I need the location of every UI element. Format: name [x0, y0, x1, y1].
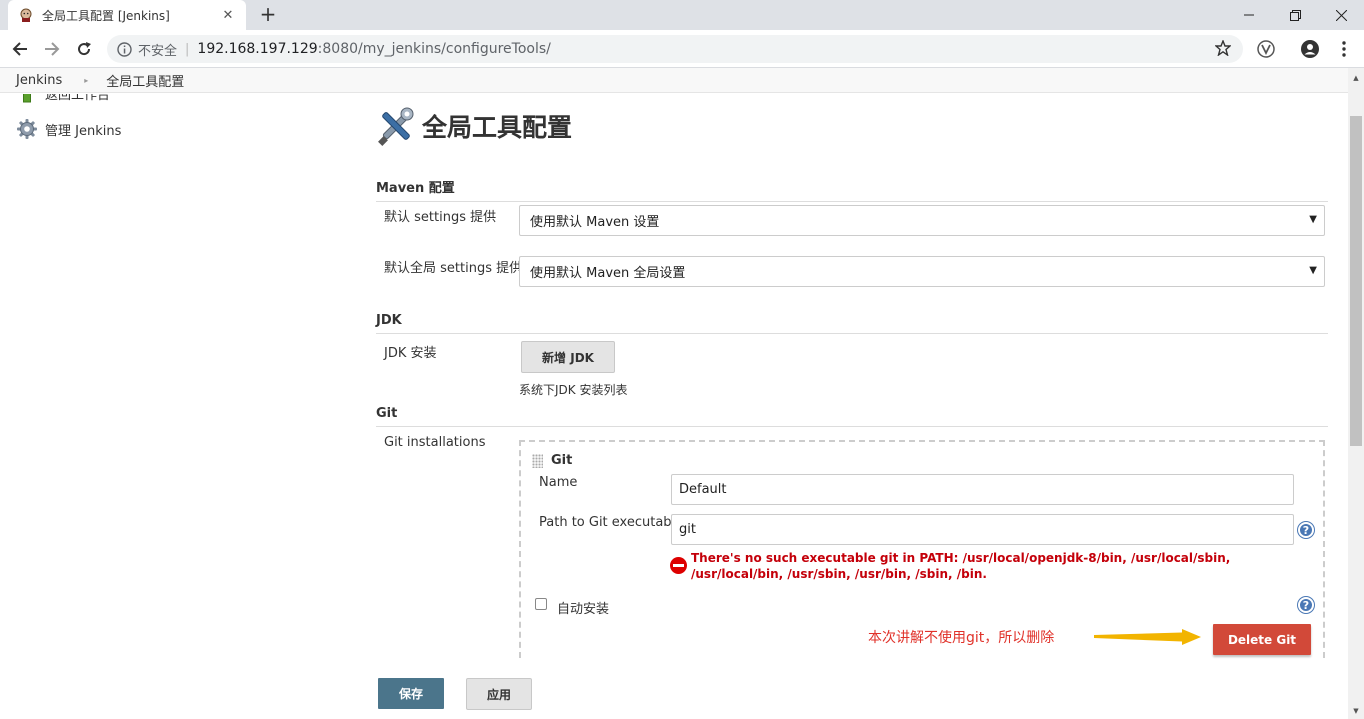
annotation-arrow-icon	[1094, 629, 1201, 645]
annotation-text: 本次讲解不使用git，所以删除	[868, 630, 1055, 646]
delete-git-button[interactable]: Delete Git	[1213, 624, 1311, 655]
extension-v-icon[interactable]	[1256, 39, 1276, 59]
sidebar-item-manage-jenkins[interactable]: 管理 Jenkins	[16, 118, 121, 140]
add-jdk-button[interactable]: 新增 JDK	[521, 341, 615, 373]
git-path-input[interactable]: git	[671, 514, 1294, 545]
auto-install-checkbox[interactable]	[535, 598, 547, 610]
git-installation-block	[519, 440, 1325, 658]
git-path-label: Path to Git executable	[539, 515, 684, 530]
git-name-input[interactable]: Default	[671, 474, 1294, 505]
restore-icon[interactable]	[1272, 0, 1318, 30]
forward-icon[interactable]	[40, 38, 64, 60]
gear-icon	[17, 119, 37, 139]
chevron-down-icon: ▼	[1309, 265, 1317, 276]
git-path-error: There's no such executable git in PATH: …	[691, 551, 1231, 581]
git-name-label: Name	[539, 475, 578, 490]
tab-close-icon[interactable]: ✕	[220, 8, 236, 23]
address-toolbar: 不安全 | 192.168.197.129 :8080/my_jenkins/c…	[0, 30, 1364, 68]
scrollbar-thumb[interactable]	[1350, 116, 1362, 446]
maven-global-settings-value: 使用默认 Maven 全局设置	[530, 266, 686, 281]
page-title: 全局工具配置	[422, 113, 573, 142]
sidebar-item-label: 管理 Jenkins	[45, 123, 122, 139]
git-block-title: Git	[551, 453, 573, 468]
browser-tab-bar: 全局工具配置 [Jenkins] ✕ +	[0, 0, 1364, 30]
error-icon	[670, 557, 687, 574]
jenkins-favicon-icon	[20, 8, 32, 22]
up-arrow-icon	[23, 94, 31, 103]
maven-global-settings-select[interactable]: 使用默认 Maven 全局设置 ▼	[519, 256, 1325, 287]
git-installations-label: Git installations	[384, 435, 486, 450]
breadcrumb-arrow-icon[interactable]: ▸	[84, 76, 88, 85]
apply-button[interactable]: 应用	[466, 678, 532, 710]
menu-kebab-icon[interactable]	[1334, 39, 1354, 59]
url-path: :8080/my_jenkins/configureTools/	[317, 41, 551, 57]
help-icon[interactable]: ?	[1298, 522, 1314, 538]
maven-global-settings-label: 默认全局 settings 提供	[384, 261, 523, 276]
info-icon[interactable]	[117, 41, 132, 57]
security-label: 不安全	[138, 43, 178, 59]
url-host: 192.168.197.129	[197, 41, 318, 57]
drag-handle-icon[interactable]	[532, 454, 543, 468]
back-icon[interactable]	[8, 38, 32, 60]
url-separator: |	[185, 41, 190, 57]
breadcrumb-global-tool-config[interactable]: 全局工具配置	[106, 71, 184, 90]
maven-settings-label: 默认 settings 提供	[384, 210, 497, 225]
tab-title: 全局工具配置 [Jenkins]	[42, 8, 170, 23]
window-close-icon[interactable]	[1318, 0, 1364, 30]
sidebar-item-label: 返回工作台	[45, 94, 111, 103]
maven-settings-value: 使用默认 Maven 设置	[530, 215, 660, 230]
sidebar-item-back-to-dashboard[interactable]: 返回工作台	[16, 94, 110, 104]
auto-install-label: 自动安装	[557, 602, 610, 617]
url-bar[interactable]: 不安全 | 192.168.197.129 :8080/my_jenkins/c…	[107, 35, 1243, 63]
page-header: 全局工具配置	[374, 104, 572, 148]
section-git: Git	[376, 406, 1328, 427]
jdk-install-label: JDK 安装	[384, 346, 437, 361]
tools-icon	[378, 107, 414, 146]
maven-settings-select[interactable]: 使用默认 Maven 设置 ▼	[519, 205, 1325, 236]
section-jdk: JDK	[376, 313, 1328, 334]
chevron-down-icon: ▼	[1309, 214, 1317, 225]
reload-icon[interactable]	[72, 38, 96, 60]
jdk-hint: 系统下JDK 安装列表	[519, 383, 628, 397]
browser-tab[interactable]: 全局工具配置 [Jenkins] ✕	[8, 0, 246, 30]
breadcrumb-jenkins[interactable]: Jenkins	[16, 73, 62, 88]
help-icon[interactable]: ?	[1298, 597, 1314, 613]
scroll-up-icon[interactable]: ▲	[1348, 70, 1364, 86]
save-button[interactable]: 保存	[378, 678, 444, 709]
breadcrumb: Jenkins ▸ 全局工具配置	[0, 68, 1348, 93]
scroll-down-icon[interactable]: ▼	[1348, 703, 1364, 719]
bookmark-star-icon[interactable]	[1215, 40, 1231, 56]
new-tab-button[interactable]: +	[257, 3, 279, 25]
sidebar: 返回工作台 管理 Jenkins	[0, 94, 360, 154]
profile-avatar-icon[interactable]	[1300, 39, 1320, 59]
section-maven: Maven 配置	[376, 177, 1328, 202]
minimize-icon[interactable]	[1226, 0, 1272, 30]
